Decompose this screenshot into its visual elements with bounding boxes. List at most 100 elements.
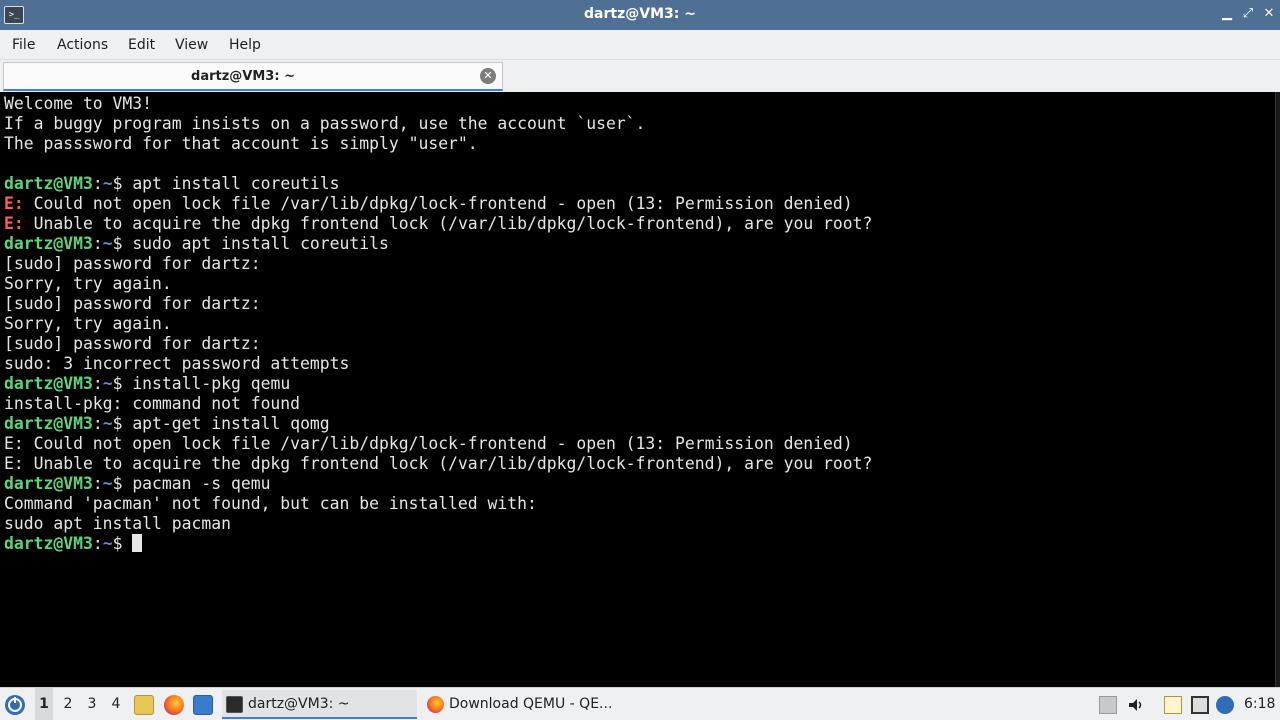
prompt-dollar: $ bbox=[112, 174, 133, 193]
output-text: E: Could not open lock file /var/lib/dpk… bbox=[4, 434, 853, 453]
prompt-user: dartz@VM3 bbox=[4, 414, 93, 433]
terminal-line: If a buggy program insists on a password… bbox=[4, 114, 872, 134]
output-text: sudo apt install pacman bbox=[4, 514, 231, 533]
menu-help[interactable]: Help bbox=[229, 37, 261, 53]
prompt-user: dartz@VM3 bbox=[4, 374, 93, 393]
terminal-lines: Welcome to VM3! If a buggy program insist… bbox=[4, 94, 872, 554]
task-label: Download QEMU - QE... bbox=[449, 696, 613, 712]
menu-view[interactable]: View bbox=[175, 37, 208, 53]
prompt-path: ~ bbox=[102, 414, 113, 433]
terminal-line: dartz@VM3:~$ apt-get install qomg bbox=[4, 414, 872, 434]
prompt-dollar: $ bbox=[112, 374, 133, 393]
terminal-line: [sudo] password for dartz: bbox=[4, 254, 872, 274]
output-text: Sorry, try again. bbox=[4, 274, 172, 293]
desktop-icon[interactable] bbox=[193, 695, 213, 715]
terminal-line: Sorry, try again. bbox=[4, 274, 872, 294]
output-text: Welcome to VM3! bbox=[4, 94, 153, 113]
terminal-line: E: Could not open lock file /var/lib/dpk… bbox=[4, 194, 872, 214]
display-icon[interactable] bbox=[1191, 696, 1209, 714]
prompt-separator: : bbox=[92, 174, 103, 193]
command-text: sudo apt install coreutils bbox=[132, 234, 389, 253]
terminal-line: Command 'pacman' not found, but can be i… bbox=[4, 494, 872, 514]
terminal-line: E: Unable to acquire the dpkg frontend l… bbox=[4, 214, 872, 234]
terminal-output[interactable]: Welcome to VM3! If a buggy program insist… bbox=[0, 92, 1275, 687]
prompt-path: ~ bbox=[102, 534, 113, 553]
output-text: The passsword for that account is simply… bbox=[4, 134, 478, 153]
close-tab-icon[interactable]: ✕ bbox=[480, 68, 496, 84]
desktop-3-button[interactable]: 3 bbox=[83, 688, 101, 720]
maximize-button[interactable]: ⤢ bbox=[1241, 7, 1255, 21]
prompt-dollar: $ bbox=[112, 534, 133, 553]
terminal-scrollbar[interactable] bbox=[1275, 92, 1280, 687]
prompt-dollar: $ bbox=[112, 234, 133, 253]
error-text: Could not open lock file /var/lib/dpkg/l… bbox=[23, 194, 853, 213]
prompt-dollar: $ bbox=[112, 414, 133, 433]
terminal-line: dartz@VM3:~$ install-pkg qemu bbox=[4, 374, 872, 394]
terminal-line: dartz@VM3:~$ sudo apt install coreutils bbox=[4, 234, 872, 254]
output-text: install-pkg: command not found bbox=[4, 394, 301, 413]
close-window-button[interactable]: ✕ bbox=[1262, 7, 1276, 21]
tab-bar: dartz@VM3: ~ ✕ bbox=[0, 60, 1280, 92]
network-icon[interactable] bbox=[1216, 696, 1234, 714]
prompt-user: dartz@VM3 bbox=[4, 474, 93, 493]
firefox-icon bbox=[427, 696, 444, 713]
minimize-button[interactable]: ▁ bbox=[1220, 7, 1234, 21]
terminal-line: sudo apt install pacman bbox=[4, 514, 872, 534]
task-terminal[interactable]: dartz@VM3: ~ bbox=[222, 690, 417, 719]
terminal-line: The passsword for that account is simply… bbox=[4, 134, 872, 154]
terminal-line: dartz@VM3:~$ pacman -s qemu bbox=[4, 474, 872, 494]
window-title: dartz@VM3: ~ bbox=[584, 6, 696, 22]
menu-edit[interactable]: Edit bbox=[128, 37, 155, 53]
terminal-line: sudo: 3 incorrect password attempts bbox=[4, 354, 872, 374]
terminal-cursor bbox=[132, 534, 143, 552]
desktop-4-button[interactable]: 4 bbox=[107, 688, 125, 720]
terminal-icon bbox=[226, 696, 243, 713]
menu-file[interactable]: File bbox=[12, 37, 35, 53]
clock[interactable]: 6:18 bbox=[1244, 688, 1275, 720]
command-text: apt-get install qomg bbox=[132, 414, 330, 433]
prompt-dollar: $ bbox=[112, 474, 133, 493]
desktop-2-button[interactable]: 2 bbox=[59, 688, 77, 720]
desktop-1-button[interactable]: 1 bbox=[35, 688, 53, 720]
prompt-user: dartz@VM3 bbox=[4, 174, 93, 193]
output-text: If a buggy program insists on a password… bbox=[4, 114, 646, 133]
prompt-path: ~ bbox=[102, 174, 113, 193]
output-text: sudo: 3 incorrect password attempts bbox=[4, 354, 350, 373]
command-text: install-pkg qemu bbox=[132, 374, 291, 393]
firefox-icon[interactable] bbox=[164, 695, 184, 715]
output-text: [sudo] password for dartz: bbox=[4, 334, 261, 353]
terminal-line: dartz@VM3:~$ apt install coreutils bbox=[4, 174, 872, 194]
prompt-path: ~ bbox=[102, 374, 113, 393]
prompt-separator: : bbox=[92, 534, 103, 553]
notification-icon[interactable] bbox=[1099, 696, 1117, 714]
terminal-line: Sorry, try again. bbox=[4, 314, 872, 334]
prompt-user: dartz@VM3 bbox=[4, 534, 93, 553]
task-label: dartz@VM3: ~ bbox=[248, 696, 350, 712]
file-manager-icon[interactable] bbox=[134, 695, 154, 715]
tab-terminal[interactable]: dartz@VM3: ~ ✕ bbox=[3, 62, 503, 91]
taskbar: 1 2 3 4 dartz@VM3: ~ Download QEMU - QE.… bbox=[0, 687, 1280, 720]
output-text: Sorry, try again. bbox=[4, 314, 172, 333]
menu-actions[interactable]: Actions bbox=[57, 37, 108, 53]
terminal-line: install-pkg: command not found bbox=[4, 394, 872, 414]
menu-bar: File Actions Edit View Help bbox=[0, 30, 1280, 60]
prompt-separator: : bbox=[92, 474, 103, 493]
terminal-line: [sudo] password for dartz: bbox=[4, 334, 872, 354]
prompt-separator: : bbox=[92, 234, 103, 253]
terminal-line: Welcome to VM3! bbox=[4, 94, 872, 114]
prompt-user: dartz@VM3 bbox=[4, 234, 93, 253]
output-text: [sudo] password for dartz: bbox=[4, 254, 261, 273]
volume-icon[interactable] bbox=[1127, 696, 1145, 714]
terminal-line: [sudo] password for dartz: bbox=[4, 294, 872, 314]
terminal-line: E: Unable to acquire the dpkg frontend l… bbox=[4, 454, 872, 474]
terminal-line: E: Could not open lock file /var/lib/dpk… bbox=[4, 434, 872, 454]
output-text: Command 'pacman' not found, but can be i… bbox=[4, 494, 537, 513]
error-tag: E: bbox=[4, 214, 24, 233]
start-menu-icon[interactable] bbox=[5, 695, 25, 715]
window-titlebar[interactable]: >_ dartz@VM3: ~ ▁ ⤢ ✕ bbox=[0, 0, 1280, 30]
task-firefox[interactable]: Download QEMU - QE... bbox=[423, 690, 618, 719]
output-text: E: Unable to acquire the dpkg frontend l… bbox=[4, 454, 873, 473]
output-text: [sudo] password for dartz: bbox=[4, 294, 261, 313]
clipboard-icon[interactable] bbox=[1164, 696, 1182, 714]
